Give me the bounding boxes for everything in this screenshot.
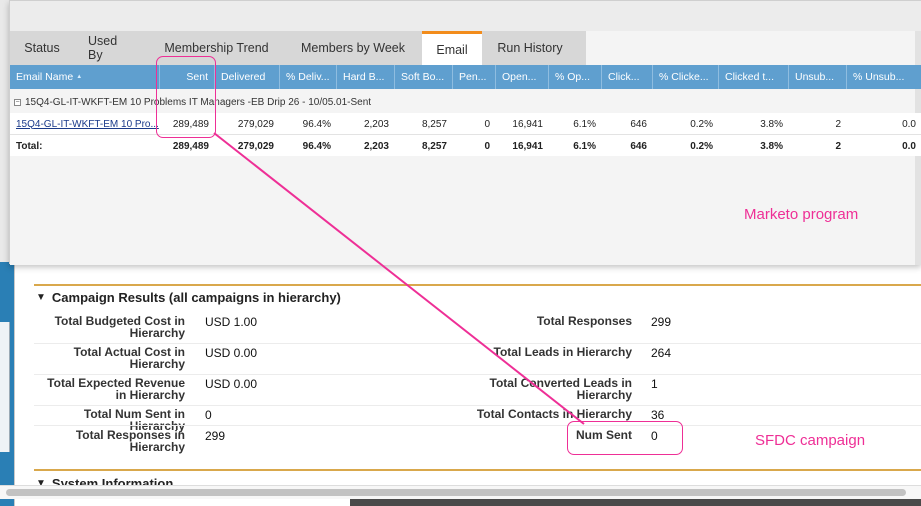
field-label: Total Expected Revenue in Hierarchy xyxy=(47,376,185,402)
field-label: Total Contacts in Hierarchy xyxy=(476,407,632,421)
cell-clicked: 646 xyxy=(630,118,647,130)
column-header-unsubscribed[interactable]: Unsub... xyxy=(789,65,847,89)
cell-pct-opened: 6.1% xyxy=(573,118,596,130)
field-value: 264 xyxy=(651,346,672,360)
marketo-tab-bar: Status Used By Membership Trend Members … xyxy=(10,31,586,65)
table-row[interactable]: 15Q4-GL-IT-WKFT-EM 10 Pro... 289,489 279… xyxy=(10,113,921,135)
field-value: 36 xyxy=(651,408,665,422)
field-label: Total Responses in Hierarchy xyxy=(75,428,185,454)
row-divider xyxy=(34,405,921,406)
total-pct-opened: 6.1% xyxy=(573,140,596,152)
cell-pending: 0 xyxy=(484,118,490,130)
total-hard-bounced: 2,203 xyxy=(363,140,389,152)
column-header-pct-delivered[interactable]: % Deliv... xyxy=(280,65,337,89)
field-value: USD 0.00 xyxy=(205,346,258,360)
cell-opened: 16,941 xyxy=(512,118,543,130)
row-divider xyxy=(34,425,921,426)
column-header-opened[interactable]: Open... xyxy=(496,65,549,89)
field-label: Total Budgeted Cost in Hierarchy xyxy=(54,314,185,340)
cell-pct-unsubscribed: 0.0 xyxy=(902,118,916,130)
field-label: Total Responses xyxy=(536,314,632,328)
column-header-soft-bounced[interactable]: Soft Bo... xyxy=(395,65,453,89)
field-label: Total Actual Cost in Hierarchy xyxy=(73,345,185,371)
column-header-email-name[interactable]: Email Name ▲ xyxy=(10,65,160,89)
email-name-link[interactable]: 15Q4-GL-IT-WKFT-EM 10 Pro... xyxy=(10,113,160,135)
cell-hard-bounced: 2,203 xyxy=(363,118,389,130)
total-pct-clicked: 0.2% xyxy=(690,140,713,152)
field-value: 1 xyxy=(651,377,658,391)
campaign-results-header[interactable]: ▼ Campaign Results (all campaigns in hie… xyxy=(36,290,341,305)
cell-delivered: 279,029 xyxy=(237,118,274,130)
annotation-box-num-sent xyxy=(567,421,683,455)
total-pct-unsubscribed: 0.0 xyxy=(902,140,916,152)
annotation-sfdc-campaign: SFDC campaign xyxy=(755,432,866,449)
annotation-marketo-program: Marketo program xyxy=(744,206,859,223)
cell-pct-clicked: 0.2% xyxy=(690,118,713,130)
cell-pct-delivered: 96.4% xyxy=(302,118,331,130)
column-header-pct-opened[interactable]: % Op... xyxy=(549,65,602,89)
tab-status[interactable]: Status xyxy=(10,31,74,65)
tab-run-history[interactable]: Run History xyxy=(482,31,578,65)
campaign-results-title: Campaign Results (all campaigns in hiera… xyxy=(51,290,341,305)
table-total-row: Total: 289,489 279,029 96.4% 2,203 8,257… xyxy=(10,134,921,156)
annotation-box-sent xyxy=(156,56,216,138)
total-unsubscribed: 2 xyxy=(835,140,841,152)
total-clicked-to-open: 3.8% xyxy=(760,140,783,152)
scrollbar-thumb[interactable] xyxy=(6,489,906,496)
total-opened: 16,941 xyxy=(512,140,543,152)
total-sent: 289,489 xyxy=(172,140,209,152)
section-divider-bottom xyxy=(34,469,921,471)
column-header-pct-unsubscribed[interactable]: % Unsub... xyxy=(847,65,921,89)
marketo-program-window: Status Used By Membership Trend Members … xyxy=(9,0,921,265)
total-soft-bounced: 8,257 xyxy=(421,140,447,152)
tab-used-by[interactable]: Used By xyxy=(74,31,149,65)
sort-ascending-icon: ▲ xyxy=(76,74,83,80)
field-label: Total Leads in Hierarchy xyxy=(493,345,633,359)
column-header-delivered[interactable]: Delivered xyxy=(215,65,280,89)
collapse-triangle-icon[interactable]: ▼ xyxy=(36,292,46,303)
total-pct-delivered: 96.4% xyxy=(302,140,331,152)
field-value: 299 xyxy=(205,429,226,443)
total-delivered: 279,029 xyxy=(237,140,274,152)
field-value: USD 1.00 xyxy=(205,315,258,329)
tab-email[interactable]: Email xyxy=(422,31,482,65)
column-header-hard-bounced[interactable]: Hard B... xyxy=(337,65,395,89)
cell-soft-bounced: 8,257 xyxy=(421,118,447,130)
cell-unsubscribed: 2 xyxy=(835,118,841,130)
total-label: Total: xyxy=(16,140,43,152)
horizontal-scrollbar[interactable] xyxy=(0,485,921,499)
column-header-pending[interactable]: Pen... xyxy=(453,65,496,89)
tab-members-by-week[interactable]: Members by Week xyxy=(284,31,422,65)
column-header-clicked-to-open[interactable]: Clicked t... xyxy=(719,65,789,89)
field-label: Total Converted Leads in Hierarchy xyxy=(489,376,632,402)
cell-clicked-to-open: 3.8% xyxy=(760,118,783,130)
field-value: 0 xyxy=(205,408,212,422)
field-value: USD 0.00 xyxy=(205,377,258,391)
marketo-topbar xyxy=(10,1,921,31)
column-header-pct-clicked[interactable]: % Clicke... xyxy=(653,65,719,89)
section-divider-top xyxy=(34,284,921,286)
total-pending: 0 xyxy=(484,140,490,152)
column-header-clicked[interactable]: Click... xyxy=(602,65,653,89)
row-divider xyxy=(34,374,921,375)
background-photo-strip xyxy=(350,499,921,506)
field-value: 299 xyxy=(651,315,672,329)
row-divider xyxy=(34,343,921,344)
email-grid-header: Email Name ▲ Sent Delivered % Deliv... Ha… xyxy=(10,65,921,89)
collapse-minus-icon[interactable]: − xyxy=(14,98,21,106)
total-clicked: 646 xyxy=(630,140,647,152)
email-group-row[interactable]: − 15Q4-GL-IT-WKFT-EM 10 Problems IT Mana… xyxy=(10,91,921,113)
